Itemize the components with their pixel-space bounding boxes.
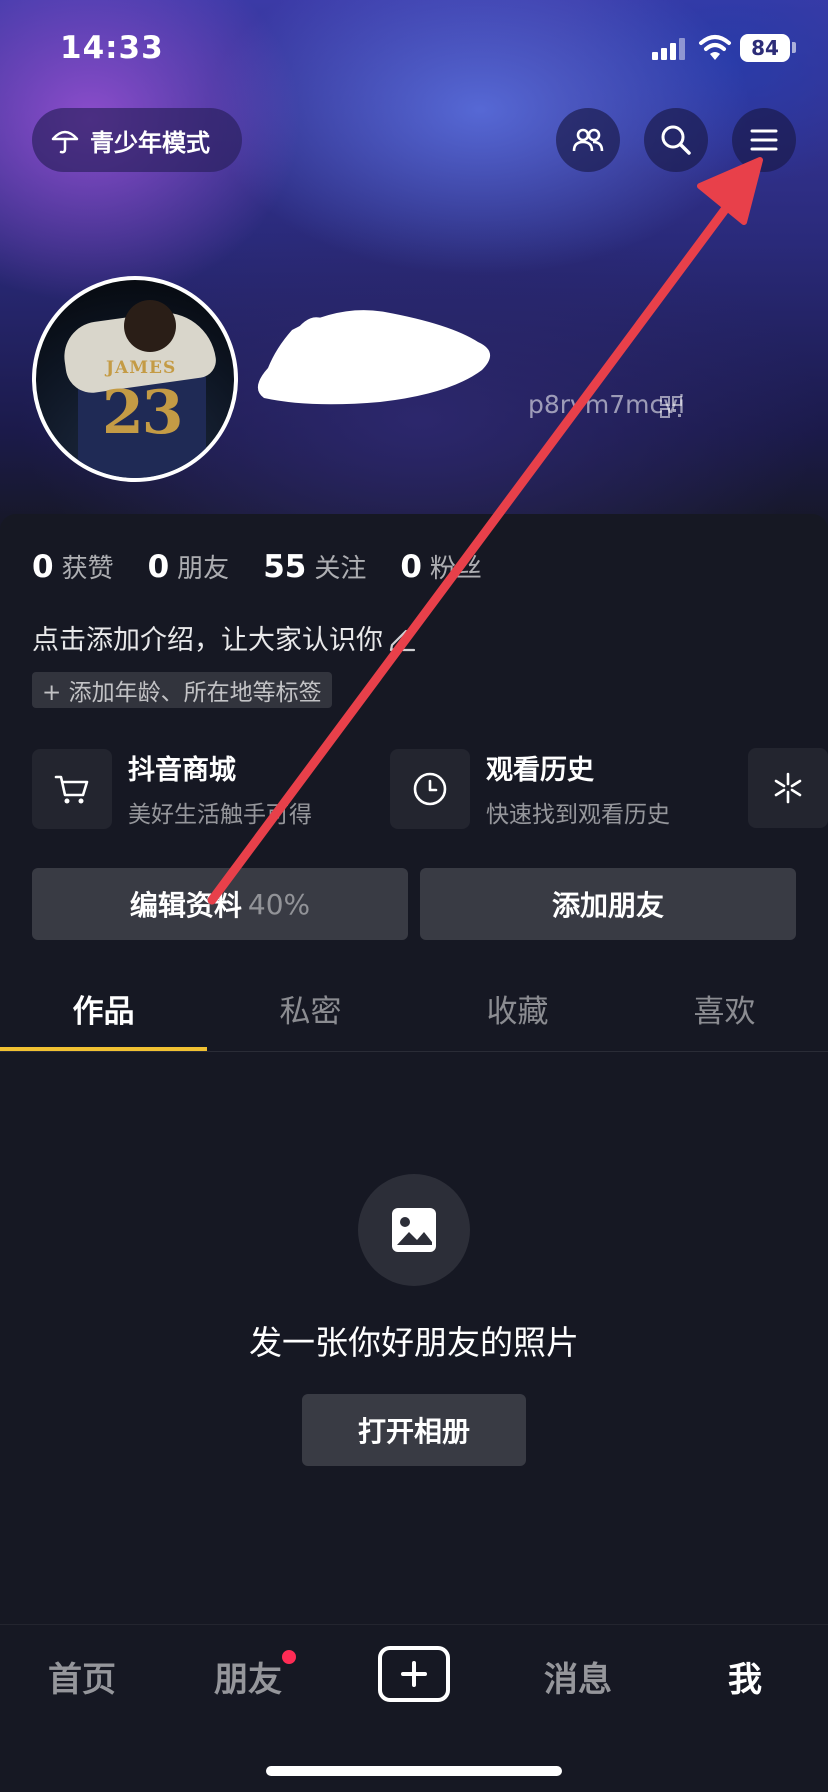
friends-circle-button[interactable] xyxy=(556,108,620,172)
teen-mode-button[interactable]: 青少年模式 xyxy=(32,108,242,172)
menu-button[interactable] xyxy=(732,108,796,172)
tab-works[interactable]: 作品 xyxy=(0,960,207,1051)
feature-icon-box xyxy=(748,748,828,828)
clock-icon xyxy=(413,772,447,805)
bio-text: 点击添加介绍，让大家认识你 xyxy=(32,625,383,656)
empty-state-message: 发一张你好朋友的照片 xyxy=(249,1323,579,1362)
add-friend-button[interactable]: 添加朋友 xyxy=(420,868,796,940)
nav-friends[interactable]: 朋友 xyxy=(214,1652,282,1701)
open-album-button[interactable]: 打开相册 xyxy=(302,1394,526,1466)
image-icon xyxy=(392,1208,436,1252)
edit-profile-label: 编辑资料 xyxy=(129,889,242,922)
hamburger-menu-icon xyxy=(750,129,778,151)
pencil-icon xyxy=(389,629,416,651)
feature-more[interactable] xyxy=(748,748,828,828)
profile-stats: 0 获赞 0 朋友 55 关注 0 粉丝 xyxy=(32,548,516,585)
stat-label: 关注 xyxy=(314,554,367,584)
stat-value: 0 xyxy=(32,549,54,585)
content-tabs: 作品 私密 收藏 喜欢 xyxy=(0,960,828,1052)
cart-icon xyxy=(54,775,89,803)
stat-label: 获赞 xyxy=(61,554,114,584)
search-button[interactable] xyxy=(644,108,708,172)
nav-home[interactable]: 首页 xyxy=(48,1652,116,1701)
feature-shop[interactable]: 抖音商城 美好生活触手可得 xyxy=(32,748,312,829)
stat-value: 55 xyxy=(263,549,307,585)
profile-completion: 40% xyxy=(247,887,311,921)
qr-code-icon[interactable] xyxy=(660,396,682,418)
teen-mode-label: 青少年模式 xyxy=(90,128,210,157)
feature-icon-box xyxy=(32,748,112,829)
status-time: 14:33 xyxy=(60,30,164,66)
avatar-head xyxy=(124,300,176,352)
avatar-jersey-number: 23 xyxy=(102,378,183,448)
feature-subtitle: 快速找到观看历史 xyxy=(486,802,670,828)
feature-title: 抖音商城 xyxy=(128,755,236,786)
people-icon xyxy=(572,128,604,152)
create-post-button[interactable] xyxy=(378,1646,450,1702)
stat-followers[interactable]: 0 粉丝 xyxy=(400,548,482,585)
feature-title: 观看历史 xyxy=(486,755,594,786)
notification-dot xyxy=(282,1650,296,1664)
home-indicator xyxy=(266,1766,562,1776)
stat-following[interactable]: 55 关注 xyxy=(263,548,366,585)
stat-friends[interactable]: 0 朋友 xyxy=(148,548,230,585)
empty-state-icon-circle xyxy=(358,1174,470,1286)
battery-indicator: 84 xyxy=(740,34,790,62)
stat-label: 朋友 xyxy=(177,554,230,584)
nav-messages[interactable]: 消息 xyxy=(544,1652,612,1701)
bio-placeholder[interactable]: 点击添加介绍，让大家认识你 xyxy=(32,618,417,657)
search-icon xyxy=(661,125,691,155)
redacted-username xyxy=(257,310,491,405)
avatar-jersey-name: JAMES xyxy=(106,358,177,378)
feature-watch-history[interactable]: 观看历史 快速找到观看历史 xyxy=(390,748,670,829)
cellular-signal-icon xyxy=(652,38,688,60)
feature-subtitle: 美好生活触手可得 xyxy=(128,802,312,828)
avatar[interactable]: JAMES 23 xyxy=(32,276,238,482)
plus-icon xyxy=(401,1661,427,1687)
nav-me[interactable]: 我 xyxy=(728,1652,762,1701)
stat-value: 0 xyxy=(147,549,170,585)
add-friend-label: 添加朋友 xyxy=(551,889,664,922)
feature-icon-box xyxy=(390,748,470,829)
wifi-icon xyxy=(699,35,731,60)
tab-likes[interactable]: 喜欢 xyxy=(621,960,828,1051)
sparkle-icon xyxy=(774,772,802,804)
tab-favorites[interactable]: 收藏 xyxy=(414,960,621,1051)
tab-private[interactable]: 私密 xyxy=(207,960,414,1051)
battery-tip xyxy=(792,42,796,53)
add-tags-chip[interactable]: + 添加年龄、所在地等标签 xyxy=(32,672,332,708)
stat-value: 0 xyxy=(400,549,422,585)
umbrella-icon xyxy=(51,130,79,154)
stat-likes[interactable]: 0 获赞 xyxy=(32,548,114,585)
stat-label: 粉丝 xyxy=(429,554,482,584)
edit-profile-button[interactable]: 编辑资料 40% xyxy=(32,868,408,940)
